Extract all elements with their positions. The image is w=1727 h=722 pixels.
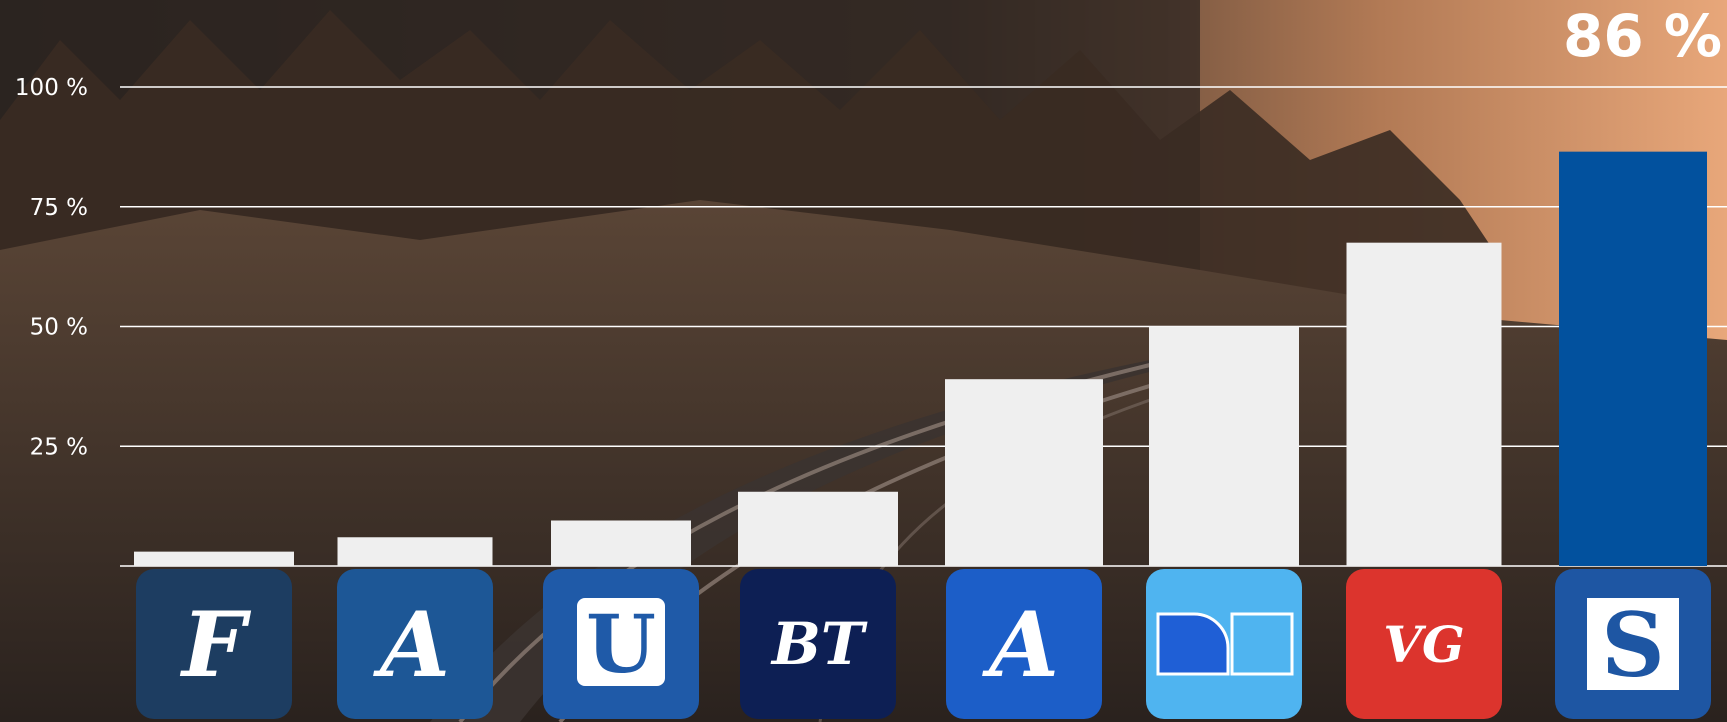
- logo-letter: U: [586, 597, 656, 691]
- bar-6: [1346, 242, 1502, 567]
- logo-letter: S: [1601, 593, 1665, 697]
- bar-chart: 25 % 50 % 75 % 100 % F A U BT A VG S 86 %: [15, 2, 1727, 719]
- bar-0: [134, 551, 294, 566]
- bar-4: [945, 379, 1103, 566]
- bar-5: [1149, 326, 1299, 566]
- bar-3: [738, 491, 898, 566]
- stavanger-logo-icon: S: [1555, 569, 1711, 719]
- bar-7: [1559, 151, 1707, 567]
- bars: [134, 151, 1707, 567]
- fedrelandsvennen-logo-icon: F: [136, 569, 292, 719]
- aftenbladet-logo-icon: A: [946, 569, 1102, 719]
- logo-shape-left: [1156, 612, 1230, 676]
- bar-1: [337, 537, 493, 566]
- logo-letter: F: [179, 592, 252, 698]
- logo-letter: BT: [770, 610, 868, 678]
- bar-2: [551, 520, 691, 566]
- aftenposten-logo-icon: A: [337, 569, 493, 719]
- y-axis: 25 % 50 % 75 % 100 %: [15, 75, 88, 460]
- adresseavisen-logo-icon: U: [543, 569, 699, 719]
- bergens-tidende-logo-icon: BT: [740, 569, 896, 719]
- logo-letter: A: [372, 592, 450, 698]
- publication-logos: F A U BT A VG S: [136, 569, 1711, 719]
- highlight-value-label: 86 %: [1563, 2, 1722, 70]
- vg-logo-icon: VG: [1346, 569, 1502, 719]
- dagbladet-logo-icon: [1146, 569, 1302, 719]
- y-tick-label: 50 %: [30, 315, 88, 341]
- logo-letter: VG: [1383, 615, 1465, 674]
- logo-letter: A: [981, 592, 1059, 698]
- y-tick-label: 75 %: [30, 195, 88, 221]
- y-tick-label: 100 %: [15, 75, 88, 101]
- y-tick-label: 25 %: [30, 434, 88, 460]
